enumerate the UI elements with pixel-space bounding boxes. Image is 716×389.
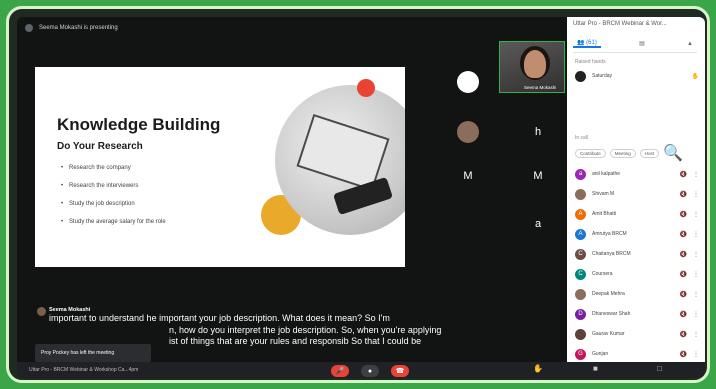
list-item[interactable]: A Amit Bhatti 🔇 ⋮ bbox=[575, 207, 699, 221]
avatar bbox=[575, 70, 586, 82]
mic-off-icon: 🔇 bbox=[679, 311, 687, 318]
mic-off-icon: 🔇 bbox=[679, 251, 687, 258]
more-icon[interactable]: ⋮ bbox=[693, 191, 699, 198]
meeting-name: Uttar Pro - BRCM Webinar & Workshop Ca..… bbox=[29, 367, 139, 373]
speaker-name: Seema Mokashi bbox=[524, 85, 557, 90]
chip-contribute[interactable]: Contribute bbox=[575, 148, 606, 158]
more-icon[interactable]: ⋮ bbox=[693, 251, 699, 258]
list-item[interactable]: C Coursera 🔇 ⋮ bbox=[575, 267, 699, 281]
panel-tabs: 👥 (61) ▤ ▲ bbox=[573, 35, 697, 53]
participant-tile[interactable] bbox=[457, 261, 479, 283]
participant-tile[interactable]: h bbox=[527, 121, 549, 143]
camera-button[interactable]: ● bbox=[361, 365, 379, 377]
list-item[interactable]: Deepak Mehra 🔇 ⋮ bbox=[575, 287, 699, 301]
caption-line: important to understand he important you… bbox=[49, 313, 390, 323]
live-caption: Seema Mokashi important to understand he… bbox=[37, 307, 457, 348]
speaker-video-tile[interactable]: Seema Mokashi bbox=[499, 41, 565, 93]
slide-title: Knowledge Building bbox=[57, 115, 221, 134]
chip-host[interactable]: Host bbox=[639, 148, 660, 158]
search-icon[interactable]: 🔍 bbox=[663, 143, 683, 163]
participant-tile[interactable] bbox=[457, 71, 479, 93]
participant-tile[interactable]: M bbox=[527, 165, 549, 187]
in-call-heading: In call bbox=[575, 135, 589, 141]
meeting-controls: Uttar Pro - BRCM Webinar & Workshop Ca..… bbox=[17, 362, 705, 378]
presentation-slide: Knowledge Building Do Your Research Rese… bbox=[35, 67, 405, 267]
tab-activities[interactable]: ▲ bbox=[683, 41, 697, 47]
raised-hand-icon: ✋ bbox=[691, 73, 699, 80]
mic-off-icon: 🔇 bbox=[679, 271, 687, 278]
mic-off-icon: 🔇 bbox=[679, 171, 687, 178]
people-panel: Uttar Pro - BRCM Webinar & Wor... 👥 (61)… bbox=[567, 17, 705, 378]
meeting-window: Seema Mokashi is presenting Knowledge Bu… bbox=[17, 17, 705, 378]
caption-line: n, how do you interpret the job descript… bbox=[169, 324, 442, 335]
slide-subtitle: Do Your Research bbox=[57, 141, 143, 152]
rounded-frame: Seema Mokashi is presenting Knowledge Bu… bbox=[6, 6, 710, 383]
decorative-red-circle bbox=[357, 79, 375, 97]
mic-off-icon: 🔇 bbox=[679, 211, 687, 218]
presenting-banner: Seema Mokashi is presenting bbox=[25, 21, 118, 35]
list-item[interactable]: Gaurav Kumar 🔇 ⋮ bbox=[575, 327, 699, 341]
list-item[interactable]: Shivam M 🔇 ⋮ bbox=[575, 187, 699, 201]
mic-off-button[interactable]: 🎤 bbox=[331, 365, 349, 377]
participant-tile[interactable] bbox=[457, 121, 479, 143]
list-item[interactable]: D Dhaneswar Shah 🔇 ⋮ bbox=[575, 307, 699, 321]
slide-bullet: Study the average salary for the role bbox=[61, 219, 166, 225]
speaker-face bbox=[524, 50, 546, 78]
mic-off-icon: 🔇 bbox=[679, 191, 687, 198]
presenting-text: Seema Mokashi is presenting bbox=[39, 25, 118, 31]
caption-avatar bbox=[37, 307, 46, 316]
mic-off-icon: 🔇 bbox=[679, 331, 687, 338]
slide-bullet: Research the interviewers bbox=[61, 183, 166, 189]
raised-hands-heading: Raised hands bbox=[575, 59, 606, 65]
more-icon[interactable]: ⋮ bbox=[693, 311, 699, 318]
chip-meeting[interactable]: Meeting bbox=[609, 148, 636, 158]
filter-chips: Contribute Meeting Host 🔍 bbox=[575, 145, 699, 162]
presenter-avatar bbox=[25, 24, 33, 32]
list-item[interactable]: C Chaitanya BRCM 🔇 ⋮ bbox=[575, 247, 699, 261]
more-icon[interactable]: ⋮ bbox=[693, 271, 699, 278]
mic-off-icon: 🔇 bbox=[679, 291, 687, 298]
panel-title: Uttar Pro - BRCM Webinar & Wor... bbox=[573, 21, 667, 27]
more-icon[interactable]: ⋮ bbox=[693, 171, 699, 178]
mic-off-icon: 🔇 bbox=[679, 351, 687, 358]
people-icon[interactable]: ■ bbox=[593, 364, 598, 373]
more-icon[interactable]: ⋮ bbox=[693, 351, 699, 358]
more-icon[interactable]: ⋮ bbox=[693, 331, 699, 338]
slide-bullet: Study the job description bbox=[61, 201, 166, 207]
participant-tile[interactable] bbox=[457, 213, 479, 235]
participant-tile[interactable]: M bbox=[457, 165, 479, 187]
more-icon[interactable]: ⋮ bbox=[693, 231, 699, 238]
end-call-button[interactable]: ☎ bbox=[391, 365, 409, 377]
slide-bullet: Research the company bbox=[61, 165, 166, 171]
activities-icon[interactable]: □ bbox=[657, 364, 662, 373]
raise-hand-icon[interactable]: ✋ bbox=[533, 364, 543, 373]
left-meeting-toast: Proy Pockey has left the meeting bbox=[35, 344, 151, 362]
list-item[interactable]: A Amrutya BRCM 🔇 ⋮ bbox=[575, 227, 699, 241]
participant-tile[interactable]: a bbox=[527, 213, 549, 235]
raised-hand-row[interactable]: Saturday ✋ bbox=[575, 69, 699, 83]
slide-bullets: Research the company Research the interv… bbox=[61, 165, 166, 237]
participant-tile[interactable] bbox=[527, 261, 549, 283]
tab-chat[interactable]: ▤ bbox=[635, 40, 649, 47]
tab-people[interactable]: 👥 (61) bbox=[573, 39, 601, 48]
list-item[interactable]: G Gunjan 🔇 ⋮ bbox=[575, 347, 699, 361]
mic-off-icon: 🔇 bbox=[679, 231, 687, 238]
list-item[interactable]: a anil kalpathe 🔇 ⋮ bbox=[575, 167, 699, 181]
more-icon[interactable]: ⋮ bbox=[693, 211, 699, 218]
more-icon[interactable]: ⋮ bbox=[693, 291, 699, 298]
